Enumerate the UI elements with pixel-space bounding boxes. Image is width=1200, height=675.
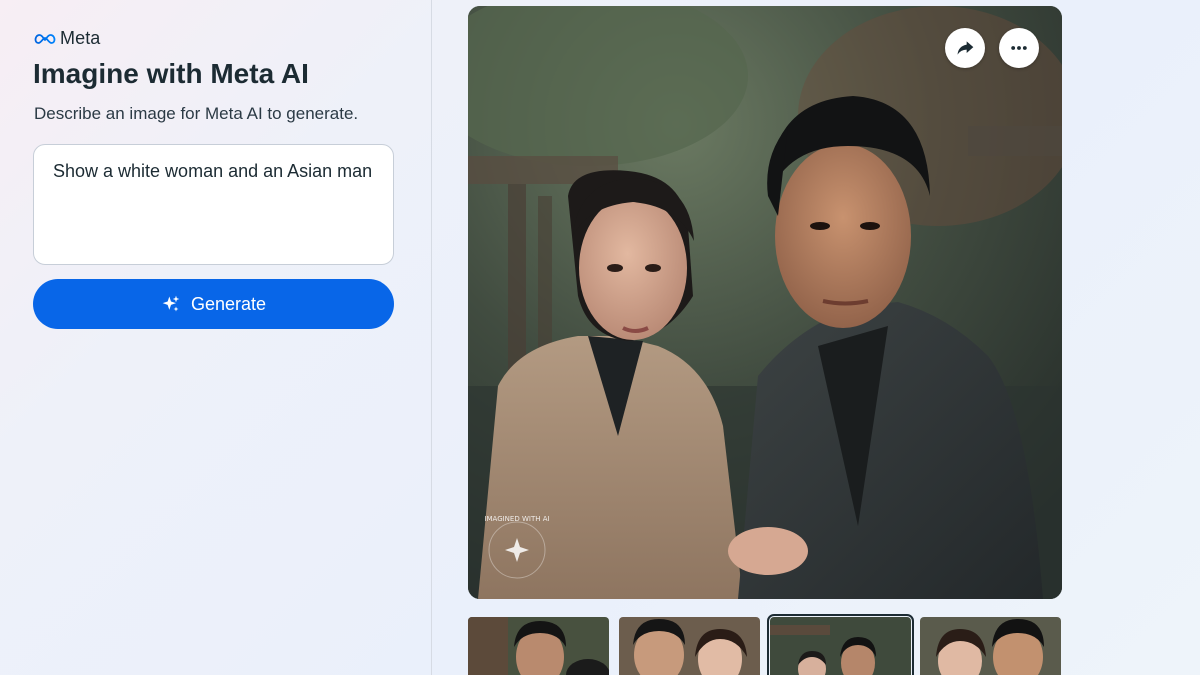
left-panel: Meta Imagine with Meta AI Describe an im… [0,0,431,675]
page-title: Imagine with Meta AI [33,58,309,89]
prompt-input[interactable]: Show a white woman and an Asian man [33,144,394,265]
watermark-text: IMAGINED WITH AI [484,515,549,523]
thumbnail-1[interactable] [468,617,609,675]
thumbnail-image [468,617,609,675]
more-options-icon [1011,46,1027,50]
generated-photo: IMAGINED WITH AI [468,6,1062,599]
generate-button[interactable]: Generate [33,279,394,329]
share-button[interactable] [945,28,985,68]
thumbnail-image [920,617,1061,675]
share-arrow-icon [957,41,974,55]
logo-text: Meta [60,28,101,48]
meta-logo[interactable]: Meta [34,28,100,49]
generate-button-label: Generate [190,293,267,314]
generated-image[interactable]: IMAGINED WITH AI [468,6,1062,599]
meta-infinity-icon [34,33,56,44]
more-options-button[interactable] [999,28,1039,68]
thumbnail-4[interactable] [920,617,1061,675]
panel-divider [431,0,432,675]
page-subtitle: Describe an image for Meta AI to generat… [34,104,359,123]
thumbnail-2[interactable] [619,617,760,675]
thumbnail-3[interactable] [767,614,914,675]
thumbnail-image [770,617,911,675]
thumbnail-image [619,617,760,675]
sparkle-icon [162,295,180,312]
